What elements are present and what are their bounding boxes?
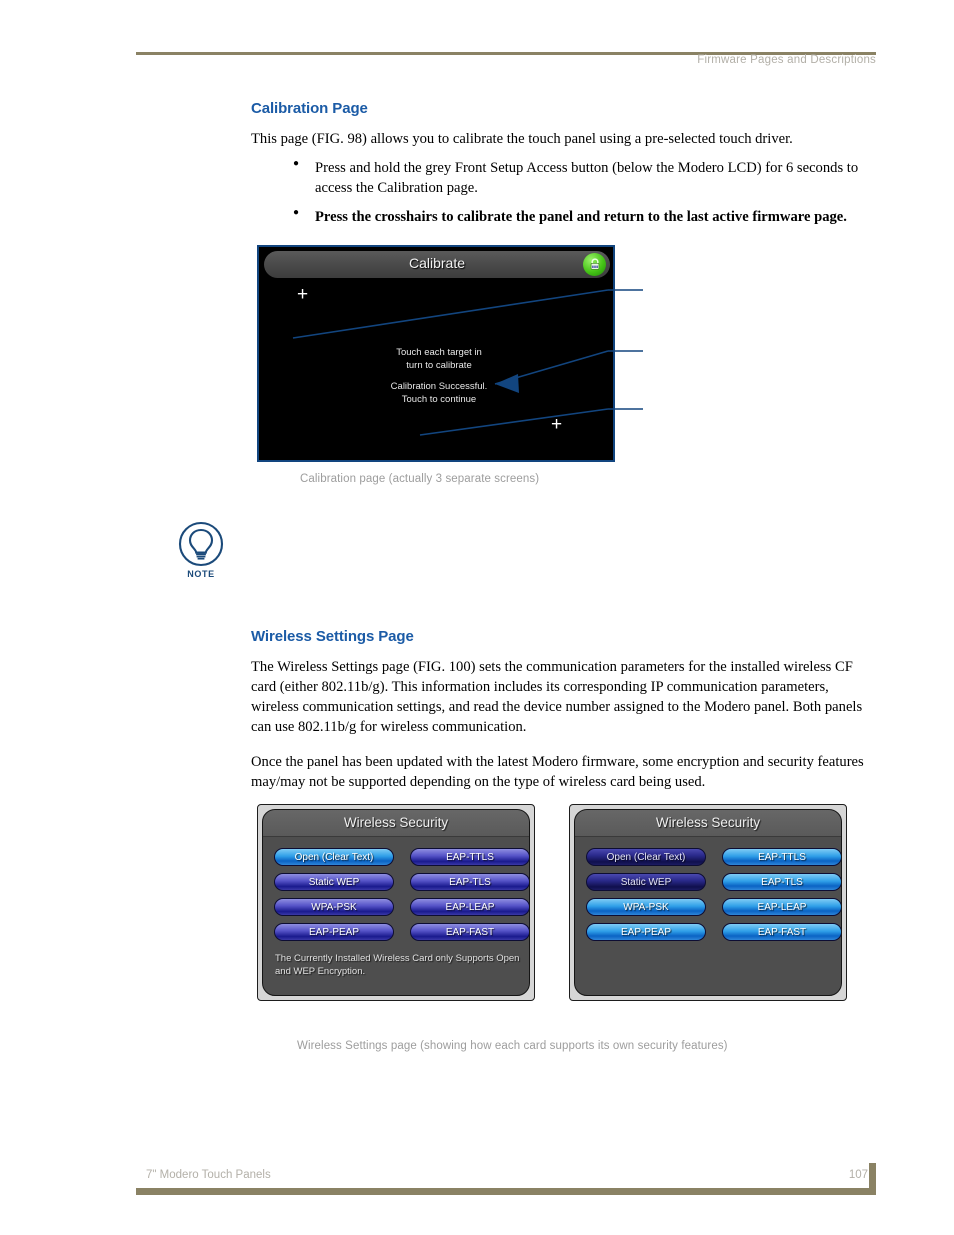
security-option-eap-leap[interactable]: EAP-LEAP bbox=[722, 898, 841, 916]
panel-inner-left: Wireless Security Open (Clear Text) EAP-… bbox=[262, 809, 530, 996]
security-option-eap-leap[interactable]: EAP-LEAP bbox=[410, 898, 529, 916]
note-label: NOTE bbox=[187, 569, 215, 579]
security-option-eap-peap[interactable]: EAP-PEAP bbox=[586, 923, 706, 941]
running-head: Firmware Pages and Descriptions bbox=[697, 54, 876, 66]
panel-support-note-left: The Currently Installed Wireless Card on… bbox=[275, 953, 520, 977]
wireless-security-panel-right: Wireless Security Open (Clear Text) EAP-… bbox=[569, 804, 847, 1001]
security-option-open-clear-text[interactable]: Open (Clear Text) bbox=[586, 848, 706, 866]
panel-inner-right: Wireless Security Open (Clear Text) EAP-… bbox=[574, 809, 842, 996]
wireless-figure-caption: Wireless Settings page (showing how each… bbox=[297, 1040, 728, 1052]
security-option-static-wep[interactable]: Static WEP bbox=[274, 873, 394, 891]
security-option-wpa-psk[interactable]: WPA-PSK bbox=[274, 898, 394, 916]
security-option-eap-tls[interactable]: EAP-TLS bbox=[410, 873, 529, 891]
calibrate-success-text: Calibration Successful. Touch to continu… bbox=[390, 381, 488, 405]
lightbulb-icon bbox=[178, 521, 224, 567]
calibrate-instruction-text: Touch each target in turn to calibrate bbox=[396, 347, 482, 371]
wireless-settings-section: Wireless Settings Page The Wireless Sett… bbox=[251, 628, 876, 801]
footer-rule bbox=[136, 1188, 876, 1195]
page-title-wireless: Wireless Settings Page bbox=[251, 628, 414, 645]
security-option-wpa-psk[interactable]: WPA-PSK bbox=[586, 898, 706, 916]
crosshair-bottom-right[interactable]: + bbox=[551, 415, 562, 434]
panel-title-label: Wireless Security bbox=[343, 815, 449, 830]
panel-title-label: Wireless Security bbox=[655, 815, 761, 830]
security-option-eap-fast[interactable]: EAP-FAST bbox=[410, 923, 529, 941]
calibration-screen-figure: Calibrate + + Touch each target in turn … bbox=[257, 245, 615, 462]
security-option-eap-peap[interactable]: EAP-PEAP bbox=[274, 923, 394, 941]
green-lock-icon bbox=[583, 253, 606, 276]
security-option-static-wep[interactable]: Static WEP bbox=[586, 873, 706, 891]
calibration-figure-caption: Calibration page (actually 3 separate sc… bbox=[300, 473, 540, 485]
security-button-grid-left: Open (Clear Text) EAP-TTLS Static WEP EA… bbox=[274, 848, 529, 941]
security-option-eap-fast[interactable]: EAP-FAST bbox=[722, 923, 841, 941]
page-title-calibration: Calibration Page bbox=[251, 100, 368, 117]
calibration-section: Calibration Page This page (FIG. 98) all… bbox=[251, 100, 876, 237]
wireless-paragraph-1: The Wireless Settings page (FIG. 100) se… bbox=[251, 659, 863, 736]
security-option-eap-tls[interactable]: EAP-TLS bbox=[722, 873, 841, 891]
panel-titlebar-right: Wireless Security bbox=[575, 810, 841, 837]
wireless-security-panel-left: Wireless Security Open (Clear Text) EAP-… bbox=[257, 804, 535, 1001]
wireless-paragraph-2: Once the panel has been updated with the… bbox=[251, 753, 864, 790]
footer-page-number: 107 bbox=[848, 1169, 868, 1181]
list-item: Press the crosshairs to calibrate the pa… bbox=[293, 206, 876, 227]
panel-titlebar-left: Wireless Security bbox=[263, 810, 529, 837]
calibration-intro-text: This page (FIG. 98) allows you to calibr… bbox=[251, 131, 793, 147]
calibrate-titlebar: Calibrate bbox=[264, 251, 610, 278]
security-option-eap-ttls[interactable]: EAP-TTLS bbox=[722, 848, 841, 866]
security-option-eap-ttls[interactable]: EAP-TTLS bbox=[410, 848, 529, 866]
security-button-grid-right: Open (Clear Text) EAP-TTLS Static WEP EA… bbox=[586, 848, 841, 941]
crosshair-top-left[interactable]: + bbox=[297, 285, 308, 304]
calibrate-title-label: Calibrate bbox=[408, 255, 466, 271]
footer-document-title: 7" Modero Touch Panels bbox=[146, 1169, 271, 1181]
note-block: NOTE bbox=[175, 521, 227, 579]
security-option-open-clear-text[interactable]: Open (Clear Text) bbox=[274, 848, 394, 866]
list-item: Press and hold the grey Front Setup Acce… bbox=[293, 157, 876, 198]
calibration-bullet-list: Press and hold the grey Front Setup Acce… bbox=[251, 157, 876, 227]
